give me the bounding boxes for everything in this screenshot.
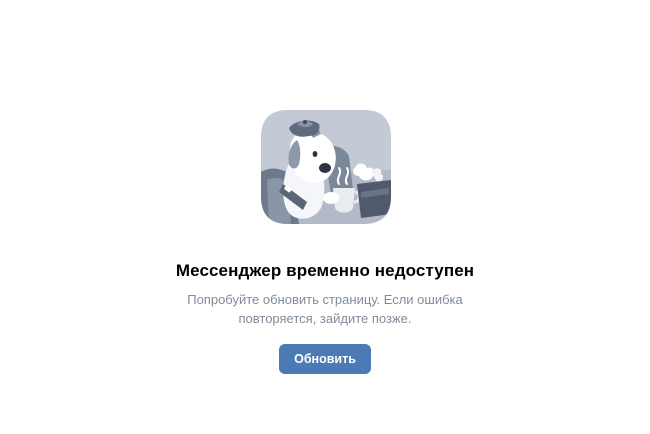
refresh-button[interactable]: Обновить: [279, 344, 371, 374]
sick-dog-mascot-icon: [261, 110, 391, 224]
messenger-unavailable-panel: Мессенджер временно недоступен Попробуйт…: [0, 0, 650, 434]
error-description-line2: повторяется, зайдите позже.: [238, 311, 412, 326]
error-title: Мессенджер временно недоступен: [175, 261, 475, 280]
error-description-line1: Попробуйте обновить страницу. Если ошибк…: [187, 292, 463, 307]
error-description: Попробуйте обновить страницу. Если ошибк…: [125, 290, 525, 328]
